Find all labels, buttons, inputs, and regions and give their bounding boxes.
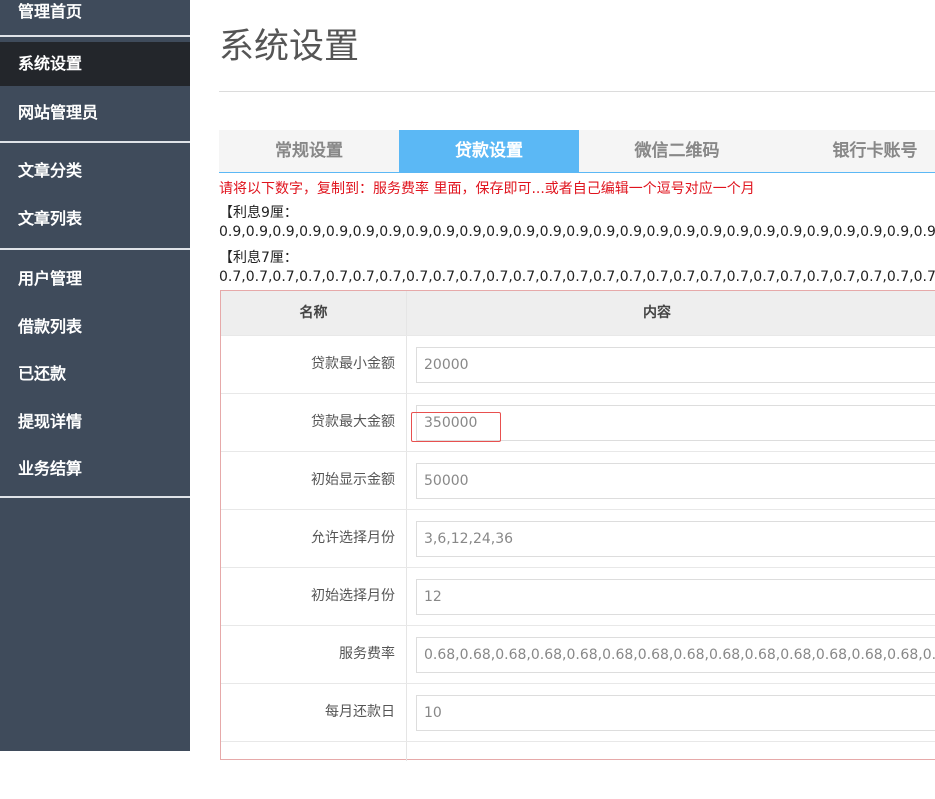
row-label-initial-display-amount: 初始显示金额 — [311, 472, 395, 488]
table-row: 初始选择月份 — [221, 567, 935, 625]
table-row: 服务费率 — [221, 625, 935, 683]
sidebar-item-repaid[interactable]: 已还款 — [0, 352, 190, 396]
interest-7-label: 【利息7厘： — [219, 250, 298, 266]
sidebar-item-system-settings[interactable]: 系统设置 — [0, 42, 190, 86]
column-header-name: 名称 — [299, 305, 328, 321]
notice-text: 请将以下数字，复制到：服务费率 里面，保存即可...或者自己编辑一个逗号对应一个… — [219, 181, 755, 197]
settings-tabs: 常规设置 贷款设置 微信二维码 银行卡账号 — [219, 130, 935, 172]
table-row: 每月还款日 — [221, 683, 935, 741]
column-header-content: 内容 — [643, 305, 671, 321]
sidebar: 管理首页 系统设置 网站管理员 文章分类 文章列表 用户管理 借款列表 已还款 … — [0, 0, 190, 751]
sidebar-item-site-admins[interactable]: 网站管理员 — [0, 91, 190, 135]
tab-underline — [219, 172, 935, 173]
sidebar-divider — [0, 35, 190, 37]
page-title: 系统设置 — [219, 27, 360, 67]
table-row: 贷款最小金额 — [221, 335, 935, 393]
table-row: 初始显示金额 — [221, 451, 935, 509]
row-label-initial-selected-month: 初始选择月份 — [311, 588, 395, 604]
sidebar-item-dashboard[interactable]: 管理首页 — [0, 0, 190, 34]
table-row: 贷款最大金额 — [221, 393, 935, 451]
interest-9-label: 【利息9厘： — [219, 205, 298, 221]
monthly-repayment-day-input[interactable] — [416, 695, 935, 731]
sidebar-divider — [0, 248, 190, 250]
interest-7-values: 0.7,0.7,0.7,0.7,0.7,0.7,0.7,0.7,0.7,0.7,… — [219, 269, 935, 285]
allowed-months-input[interactable] — [416, 521, 935, 557]
sidebar-item-loan-list[interactable]: 借款列表 — [0, 305, 190, 349]
table-row: 允许选择月份 — [221, 509, 935, 567]
table-header: 名称 内容 — [221, 291, 935, 335]
sidebar-item-withdrawal-details[interactable]: 提现详情 — [0, 400, 190, 444]
sidebar-item-user-management[interactable]: 用户管理 — [0, 257, 190, 301]
min-loan-amount-input[interactable] — [416, 347, 935, 383]
interest-9-values: 0.9,0.9,0.9,0.9,0.9,0.9,0.9,0.9,0.9,0.9,… — [219, 224, 935, 240]
initial-display-amount-input[interactable] — [416, 463, 935, 499]
service-fee-rate-input[interactable] — [416, 637, 935, 673]
sidebar-item-article-categories[interactable]: 文章分类 — [0, 149, 190, 193]
initial-selected-month-input[interactable] — [416, 579, 935, 615]
sidebar-divider — [0, 141, 190, 143]
row-label-max-loan-amount: 贷款最大金额 — [311, 414, 395, 430]
row-label-allowed-months: 允许选择月份 — [311, 530, 395, 546]
tab-general-settings[interactable]: 常规设置 — [219, 130, 399, 172]
row-label-monthly-repayment-day: 每月还款日 — [325, 704, 395, 720]
tab-loan-settings[interactable]: 贷款设置 — [399, 130, 579, 172]
sidebar-item-article-list[interactable]: 文章列表 — [0, 197, 190, 241]
sidebar-divider — [0, 496, 190, 498]
title-divider — [219, 91, 935, 92]
row-label-min-loan-amount: 贷款最小金额 — [311, 356, 395, 372]
sidebar-item-business-settlement[interactable]: 业务结算 — [0, 447, 190, 491]
row-label-service-fee-rate: 服务费率 — [339, 646, 395, 662]
tab-bank-card-account[interactable]: 银行卡账号 — [775, 130, 935, 172]
table-row — [221, 741, 935, 799]
annotation-highlight-box — [411, 412, 501, 442]
tab-wechat-qrcode[interactable]: 微信二维码 — [579, 130, 775, 172]
loan-settings-table: 名称 内容 贷款最小金额 贷款最大金额 初始显示金额 允许选择月份 初始选择月份… — [220, 290, 935, 761]
